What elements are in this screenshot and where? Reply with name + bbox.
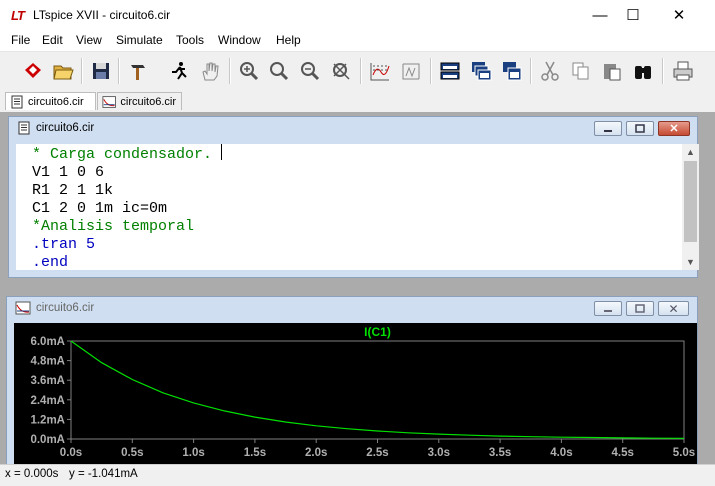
y-tick-label: 3.6mA xyxy=(30,375,65,387)
tile-vertical-icon[interactable] xyxy=(499,58,525,84)
find-binoculars-icon[interactable] xyxy=(630,58,656,84)
toolbar xyxy=(0,52,715,91)
y-tick-label: 0.0mA xyxy=(30,434,65,446)
new-schematic-icon[interactable] xyxy=(20,58,46,84)
scroll-down-arrow-icon[interactable]: ▼ xyxy=(682,254,699,270)
netlist-line: V1 1 0 6 xyxy=(32,164,105,181)
netlist-window: circuito6.cir ✕ * Carga condensador. V1 … xyxy=(8,116,699,278)
y-tick-label: 2.4mA xyxy=(30,395,65,407)
waveform-icon xyxy=(15,301,31,315)
netlist-line: .tran 5 xyxy=(32,236,96,253)
menu-bar: File Edit View Simulate Tools Window Hel… xyxy=(0,31,715,52)
waveform-chart[interactable]: I(C1) 0.0mA 1.2mA 2.4mA 3.6mA 4.8mA 6.0mA 0.0s 0… xyxy=(14,323,697,471)
netlist-vertical-scrollbar[interactable]: ▲ ▼ xyxy=(682,144,699,270)
cut-icon[interactable] xyxy=(537,58,563,84)
netlist-line: C1 2 0 1m ic=0m xyxy=(32,200,168,217)
open-folder-icon[interactable] xyxy=(50,58,76,84)
netlist-doc-icon xyxy=(11,95,23,108)
netlist-editor[interactable]: * Carga condensador. V1 1 0 6 R1 2 1 1k … xyxy=(16,144,682,271)
series-line xyxy=(70,340,685,439)
zoom-back-icon[interactable] xyxy=(297,58,323,84)
x-tick-label: 4.0s xyxy=(550,447,572,459)
x-tick-label: 1.5s xyxy=(244,447,266,459)
x-tick-label: 5.0s xyxy=(673,447,695,459)
netlist-line: R1 2 1 1k xyxy=(32,182,114,199)
run-simulation-icon[interactable] xyxy=(166,58,192,84)
tab-waveform[interactable]: circuito6.cir xyxy=(97,92,182,110)
print-icon[interactable] xyxy=(670,58,696,84)
waveform-plot[interactable]: I(C1) 0.0mA 1.2mA 2.4mA 3.6mA 4.8mA 6.0mA 0.0s 0… xyxy=(14,323,697,471)
x-tick-label: 1.0s xyxy=(182,447,204,459)
scroll-thumb[interactable] xyxy=(684,161,697,242)
netlist-line: .end xyxy=(32,254,69,271)
ltspice-logo-icon: LT xyxy=(11,8,25,23)
waveform-window: circuito6.cir ✕ I(C1) 0.0mA 1.2mA 2.4mA 3.6m… xyxy=(6,296,698,471)
x-tick-label: 0.0s xyxy=(60,447,82,459)
save-icon[interactable] xyxy=(88,58,114,84)
x-tick-label: 4.5s xyxy=(612,447,634,459)
waveform-icon xyxy=(102,95,116,108)
menu-simulate[interactable]: Simulate xyxy=(116,33,163,47)
x-tick-label: 3.5s xyxy=(489,447,511,459)
chart-title: I(C1) xyxy=(364,325,391,339)
menu-help[interactable]: Help xyxy=(276,33,301,47)
menu-tools[interactable]: Tools xyxy=(176,33,204,47)
text-caret xyxy=(221,144,223,160)
y-tick-label: 1.2mA xyxy=(30,414,65,426)
paste-icon[interactable] xyxy=(599,58,625,84)
waveform-maximize-button[interactable] xyxy=(626,301,654,316)
zoom-in-icon[interactable] xyxy=(236,58,262,84)
netlist-maximize-button[interactable] xyxy=(626,121,654,136)
halt-hand-icon[interactable] xyxy=(197,58,223,84)
netlist-line: * Carga condensador. xyxy=(32,146,213,163)
scroll-up-arrow-icon[interactable]: ▲ xyxy=(682,144,699,160)
y-tick-label: 4.8mA xyxy=(30,356,65,368)
close-button[interactable]: ✕ xyxy=(656,0,702,31)
plot-frame xyxy=(70,340,685,440)
netlist-doc-icon xyxy=(18,121,30,135)
zoom-fit-icon[interactable] xyxy=(328,58,354,84)
menu-edit[interactable]: Edit xyxy=(42,33,63,47)
netlist-line: *Analisis temporal xyxy=(32,218,195,235)
zoom-out-icon[interactable] xyxy=(266,58,292,84)
menu-file[interactable]: File xyxy=(11,33,30,47)
tile-horizontal-icon[interactable] xyxy=(437,58,463,84)
x-tick-label: 0.5s xyxy=(121,447,143,459)
waveform-close-button[interactable]: ✕ xyxy=(658,301,689,316)
netlist-window-title: circuito6.cir xyxy=(36,122,95,134)
x-tick-label: 2.5s xyxy=(366,447,388,459)
status-bar: x = 0.000s y = -1.041mA xyxy=(0,464,715,486)
waveform-minimize-button[interactable] xyxy=(594,301,622,316)
netlist-minimize-button[interactable] xyxy=(594,121,622,136)
x-tick-label: 2.0s xyxy=(305,447,327,459)
title-bar: LT LTspice XVII - circuito6.cir — ☐ ✕ xyxy=(0,0,715,31)
cascade-icon[interactable] xyxy=(468,58,494,84)
maximize-button[interactable]: ☐ xyxy=(610,0,656,31)
menu-window[interactable]: Window xyxy=(218,33,261,47)
tab-netlist[interactable]: circuito6.cir xyxy=(5,92,96,110)
control-panel-hammer-icon[interactable] xyxy=(125,58,151,84)
waveform-window-title: circuito6.cir xyxy=(36,302,95,314)
tab-waveform-label: circuito6.cir xyxy=(120,95,176,108)
menu-view[interactable]: View xyxy=(76,33,102,47)
tab-netlist-label: circuito6.cir xyxy=(28,95,84,108)
autorange-icon[interactable] xyxy=(367,58,393,84)
window-title: LTspice XVII - circuito6.cir xyxy=(33,8,171,22)
document-tabs: circuito6.cir circuito6.cir xyxy=(0,90,715,112)
fft-icon[interactable] xyxy=(398,58,424,84)
netlist-close-button[interactable]: ✕ xyxy=(658,121,690,136)
copy-icon[interactable] xyxy=(568,58,594,84)
cursor-y-readout: y = -1.041mA xyxy=(69,468,138,480)
cursor-x-readout: x = 0.000s xyxy=(5,468,59,480)
y-tick-label: 6.0mA xyxy=(30,336,65,348)
x-tick-label: 3.0s xyxy=(428,447,450,459)
